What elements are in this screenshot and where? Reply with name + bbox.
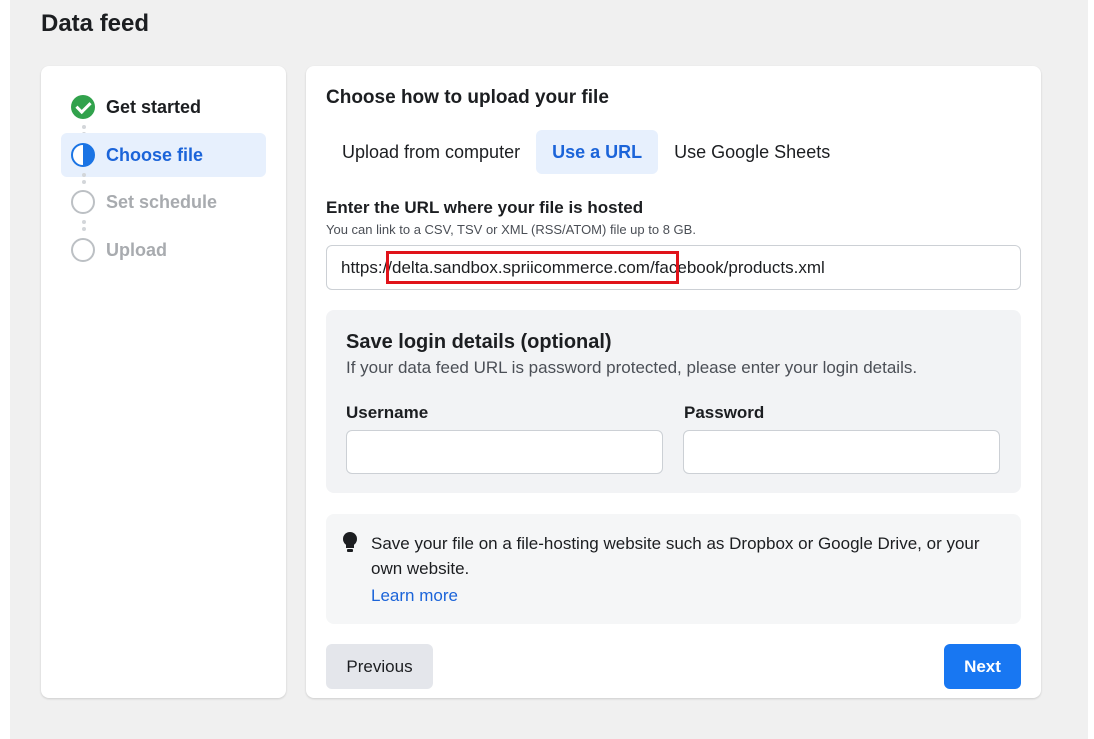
previous-button[interactable]: Previous <box>326 644 433 689</box>
upload-method-tabs: Upload from computer Use a URL Use Googl… <box>326 130 846 174</box>
section-title: Choose how to upload your file <box>326 87 609 108</box>
url-field-help: You can link to a CSV, TSV or XML (RSS/A… <box>326 222 696 237</box>
password-label: Password <box>684 403 765 422</box>
page-title: Data feed <box>41 10 150 37</box>
learn-more-link[interactable]: Learn more <box>371 586 458 606</box>
check-circle-icon <box>71 95 95 119</box>
username-label: Username <box>346 403 429 422</box>
empty-circle-icon <box>71 238 95 262</box>
empty-circle-icon <box>71 190 95 214</box>
password-field[interactable] <box>683 430 1000 474</box>
url-field-label: Enter the URL where your file is hosted <box>326 198 644 217</box>
step-choose-file[interactable]: Choose file <box>61 133 266 177</box>
step-set-schedule[interactable]: Set schedule <box>61 180 266 224</box>
login-details-panel: Save login details (optional) If your da… <box>326 310 1021 493</box>
login-subtitle: If your data feed URL is password protec… <box>346 358 918 377</box>
lightbulb-icon <box>343 532 357 552</box>
step-label: Choose file <box>106 144 204 165</box>
step-get-started[interactable]: Get started <box>61 85 266 129</box>
progress-steps: Get started Choose file Set schedule Upl… <box>41 66 286 698</box>
tab-upload-from-computer[interactable]: Upload from computer <box>326 130 536 174</box>
half-circle-icon <box>71 143 95 167</box>
url-input[interactable]: https://delta.sandbox.spriicommerce.com/… <box>326 245 1021 290</box>
username-field[interactable] <box>346 430 663 474</box>
tab-use-google-sheets[interactable]: Use Google Sheets <box>658 130 846 174</box>
tab-use-a-url[interactable]: Use a URL <box>536 130 659 174</box>
next-button[interactable]: Next <box>944 644 1021 689</box>
step-upload[interactable]: Upload <box>61 228 266 272</box>
step-label: Get started <box>106 96 202 117</box>
step-label: Upload <box>106 239 167 260</box>
upload-card: Choose how to upload your file Upload fr… <box>306 66 1041 698</box>
step-label: Set schedule <box>106 191 218 212</box>
tip-text: Save your file on a file-hosting website… <box>371 534 980 578</box>
tip-panel: Save your file on a file-hosting website… <box>326 514 1021 624</box>
login-title: Save login details (optional) <box>346 331 612 353</box>
